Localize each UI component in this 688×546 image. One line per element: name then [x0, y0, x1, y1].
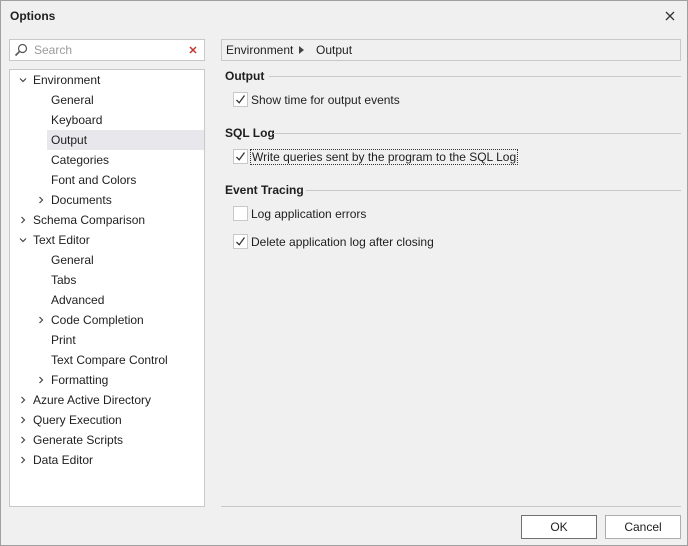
tree-item-label: Documents	[51, 193, 112, 207]
tree-item-data-editor[interactable]: Data Editor	[21, 450, 97, 470]
checkmark-icon	[236, 237, 246, 246]
chevron-down-icon[interactable]	[19, 76, 27, 84]
tree-item-label: Query Execution	[33, 413, 122, 427]
option-label: Delete application log after closing	[251, 235, 434, 249]
chevron-right-icon[interactable]	[19, 396, 27, 404]
breadcrumb-item-environment[interactable]: Environment	[226, 43, 293, 57]
checkbox-show-time[interactable]	[233, 92, 248, 107]
tree-item-text-compare-control[interactable]: Text Compare Control	[47, 350, 172, 370]
option-label: Log application errors	[251, 207, 367, 221]
chevron-right-icon[interactable]	[19, 456, 27, 464]
tree-item-label: Font and Colors	[51, 173, 137, 187]
tree-item-label: Text Editor	[33, 233, 90, 247]
clear-search-icon[interactable]	[187, 44, 199, 56]
title-bar: Options	[1, 1, 687, 31]
tree-item-label: Formatting	[51, 373, 109, 387]
tree-item-categories[interactable]: Categories	[47, 150, 113, 170]
tree-item-generate-scripts[interactable]: Generate Scripts	[21, 430, 127, 450]
tree-item-advanced[interactable]: Advanced	[47, 290, 108, 310]
checkbox-log-errors[interactable]	[233, 206, 248, 221]
option-label: Write queries sent by the program to the…	[249, 149, 519, 165]
tree-item-label: Code Completion	[51, 313, 144, 327]
tree-item-general[interactable]: General	[47, 250, 98, 270]
cancel-button[interactable]: Cancel	[605, 515, 681, 539]
tree-item-azure-active-directory[interactable]: Azure Active Directory	[21, 390, 155, 410]
footer-divider	[221, 506, 681, 507]
breadcrumb: Environment Output	[221, 39, 681, 61]
tree-item-label: Tabs	[51, 273, 77, 287]
chevron-right-icon[interactable]	[19, 216, 27, 224]
chevron-right-icon[interactable]	[37, 316, 45, 324]
option-label: Show time for output events	[251, 93, 400, 107]
tree-item-label: Text Compare Control	[51, 353, 168, 367]
tree-item-environment[interactable]: Environment	[19, 70, 104, 90]
tree-item-schema-comparison[interactable]: Schema Comparison	[21, 210, 149, 230]
dialog-title: Options	[10, 9, 56, 23]
group-header-event-tracing: Event Tracing	[225, 183, 304, 197]
close-icon	[665, 11, 675, 21]
close-button[interactable]	[661, 7, 679, 25]
group-divider	[306, 190, 681, 191]
tree-item-code-completion[interactable]: Code Completion	[39, 310, 148, 330]
tree-item-label: Azure Active Directory	[33, 393, 152, 407]
group-divider	[273, 133, 681, 134]
tree-item-label: Categories	[51, 153, 110, 167]
options-dialog: Options Environment General Keyboard Output…	[0, 0, 688, 546]
chevron-down-icon[interactable]	[19, 236, 27, 244]
search-icon	[14, 43, 28, 57]
tree-item-font-and-colors[interactable]: Font and Colors	[47, 170, 140, 190]
tree-item-query-execution[interactable]: Query Execution	[21, 410, 126, 430]
checkbox-write-queries[interactable]	[233, 149, 248, 164]
breadcrumb-separator-icon	[299, 46, 304, 54]
search-box	[9, 39, 205, 61]
search-input[interactable]	[34, 42, 184, 58]
chevron-right-icon[interactable]	[37, 376, 45, 384]
tree-item-formatting[interactable]: Formatting	[39, 370, 112, 390]
tree-item-label: Output	[51, 133, 88, 147]
chevron-right-icon[interactable]	[19, 416, 27, 424]
chevron-right-icon[interactable]	[19, 436, 27, 444]
breadcrumb-item-output[interactable]: Output	[316, 43, 352, 57]
tree-item-text-editor[interactable]: Text Editor	[19, 230, 94, 250]
checkmark-icon	[236, 152, 246, 161]
tree-item-keyboard[interactable]: Keyboard	[47, 110, 106, 130]
tree-item-label: Advanced	[51, 293, 105, 307]
tree-item-label: General	[51, 93, 94, 107]
options-tree: Environment General Keyboard Output Categori…	[9, 69, 205, 507]
tree-item-tabs[interactable]: Tabs	[47, 270, 80, 290]
group-header-output: Output	[225, 69, 265, 83]
group-header-sql-log: SQL Log	[225, 126, 275, 140]
tree-item-general[interactable]: General	[47, 90, 98, 110]
tree-item-label: General	[51, 253, 94, 267]
tree-item-label: Environment	[33, 73, 101, 87]
tree-item-label: Print	[51, 333, 76, 347]
tree-item-label: Data Editor	[33, 453, 94, 467]
ok-button[interactable]: OK	[521, 515, 597, 539]
tree-item-print[interactable]: Print	[47, 330, 80, 350]
tree-item-documents[interactable]: Documents	[39, 190, 116, 210]
chevron-right-icon[interactable]	[37, 196, 45, 204]
checkbox-delete-log[interactable]	[233, 234, 248, 249]
tree-item-label: Generate Scripts	[33, 433, 124, 447]
tree-item-label: Keyboard	[51, 113, 103, 127]
checkmark-icon	[236, 95, 246, 104]
tree-item-label: Schema Comparison	[33, 213, 146, 227]
group-divider	[269, 76, 681, 77]
tree-item-output[interactable]: Output	[47, 130, 204, 150]
